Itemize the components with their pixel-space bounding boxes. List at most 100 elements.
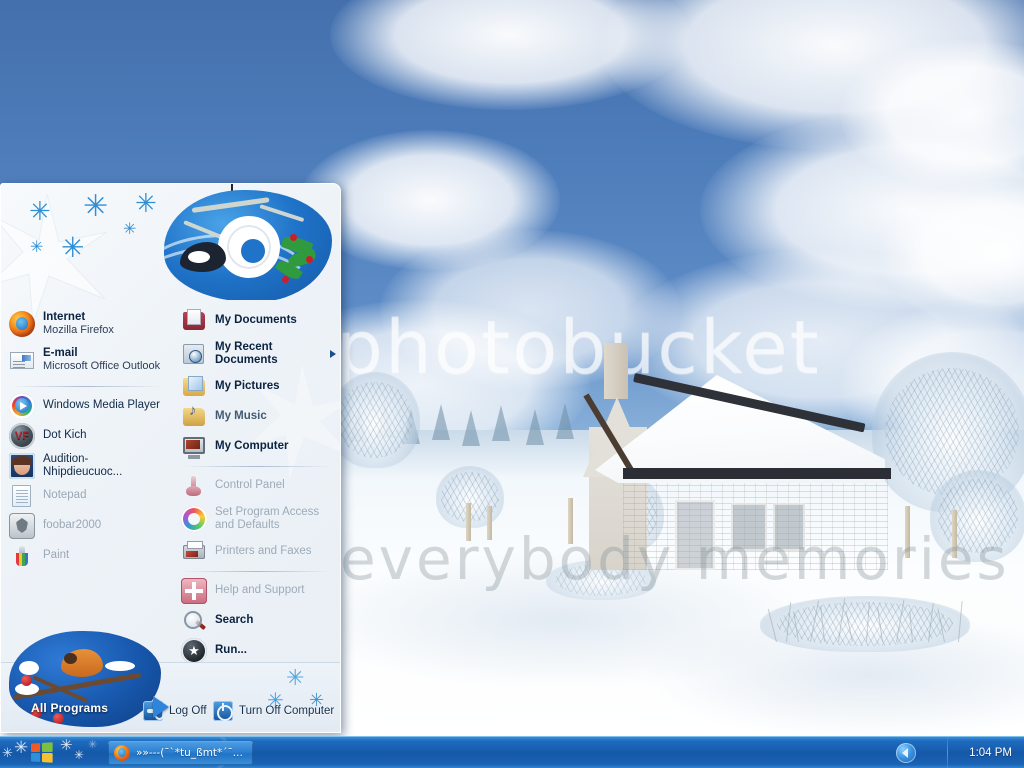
- house-illustration: [575, 343, 920, 570]
- start-menu-item-paint[interactable]: Paint: [1, 541, 173, 571]
- start-menu-item-my-documents[interactable]: My Documents: [173, 306, 340, 336]
- snowflake-icon: ✳: [61, 232, 85, 263]
- my-recent-docs-icon: [181, 341, 207, 367]
- start-menu-item-internet[interactable]: Internet Mozilla Firefox: [1, 306, 173, 342]
- item-title: Internet: [43, 311, 86, 324]
- start-menu-item-foobar2000[interactable]: foobar2000: [1, 511, 173, 541]
- log-off-label: Log Off: [169, 705, 207, 717]
- item-title: Dot Kich: [43, 429, 87, 442]
- start-menu-item-my-pictures[interactable]: My Pictures: [173, 372, 340, 402]
- taskbar-buttons: »»---(¯`*tu_ßmt*´¯...: [108, 741, 253, 765]
- start-menu-item-email[interactable]: E-mail Microsoft Office Outlook: [1, 342, 173, 378]
- submenu-arrow-icon: [330, 350, 336, 358]
- fence-post: [905, 506, 910, 558]
- printers-faxes-icon: [181, 539, 207, 565]
- item-label: Printers and Faxes: [215, 545, 312, 558]
- item-subtitle: Microsoft Office Outlook: [43, 360, 161, 373]
- item-title: foobar2000: [43, 519, 102, 532]
- snowflake-icon: ✳: [135, 188, 157, 218]
- start-menu-item-search[interactable]: Search: [173, 606, 340, 636]
- start-menu[interactable]: ✳ ✳ ✳ ✳ ✳ ✳ Internet Mozilla Firefox E-m…: [0, 183, 341, 733]
- snowflake-icon: ✳: [83, 190, 109, 223]
- item-subtitle: Mozilla Firefox: [43, 324, 114, 337]
- start-button[interactable]: [0, 737, 100, 768]
- holly-berry: [290, 234, 297, 241]
- house-doorway: [675, 500, 715, 570]
- separator: [11, 386, 163, 387]
- firefox-icon: [9, 311, 35, 337]
- firefox-icon: [114, 745, 130, 761]
- winter-bird-banner: [164, 190, 332, 300]
- item-title: Windows Media Player: [43, 399, 160, 412]
- separator: [183, 466, 332, 467]
- start-menu-bottom-bar: ✳ ✳ ✳ All Programs Log Off Turn Off Comp…: [1, 631, 340, 732]
- item-label: Search: [215, 614, 254, 627]
- start-menu-item-notepad[interactable]: Notepad: [1, 481, 173, 511]
- branch: [191, 197, 270, 213]
- snow-wreath: [218, 216, 280, 278]
- taskbar[interactable]: ✳ ✳ ✳ ✳ ✳ »»---(¯`*tu_ßmt*´¯... 1:04 PM: [0, 736, 1024, 768]
- house-window: [773, 503, 805, 551]
- snowflake-icon: ✳: [29, 196, 51, 226]
- my-pictures-icon: [181, 374, 207, 400]
- start-menu-item-set-program-access[interactable]: Set Program Access and Defaults: [173, 501, 340, 537]
- paint-icon: [9, 543, 35, 569]
- control-panel-icon: [181, 473, 207, 499]
- item-label: Control Panel: [215, 479, 285, 492]
- power-icon: [213, 701, 233, 721]
- all-programs-arrow-icon: [153, 696, 169, 718]
- all-programs-label: All Programs: [31, 701, 109, 715]
- help-support-icon: [181, 578, 207, 604]
- start-menu-item-my-computer[interactable]: My Computer: [173, 432, 340, 462]
- start-menu-item-windows-media-player[interactable]: Windows Media Player: [1, 391, 173, 421]
- my-music-icon: [181, 402, 207, 430]
- snowflake-icon: ✳: [286, 665, 305, 690]
- start-menu-item-control-panel[interactable]: Control Panel: [173, 471, 340, 501]
- cloud: [840, 40, 1024, 190]
- fence-post: [952, 510, 957, 558]
- taskbar-clock[interactable]: 1:04 PM: [969, 737, 1012, 768]
- frosted-tree: [930, 470, 1024, 562]
- audition-icon: [9, 453, 35, 479]
- item-title: Paint: [43, 549, 70, 562]
- my-documents-icon: [181, 308, 207, 334]
- turn-off-computer-button[interactable]: Turn Off Computer: [213, 701, 334, 721]
- fence-post: [568, 498, 573, 544]
- snow-clump: [105, 661, 135, 671]
- holly-berry: [306, 256, 313, 263]
- item-label: My Computer: [215, 440, 289, 453]
- start-menu-right-column: My Documents My Recent Documents My Pict…: [173, 300, 340, 664]
- frosted-tree: [330, 372, 420, 468]
- cloud: [880, 180, 1024, 330]
- item-label: Help and Support: [215, 584, 305, 597]
- notepad-icon: [9, 483, 35, 509]
- item-title: Notepad: [43, 489, 87, 502]
- system-tray[interactable]: 1:04 PM: [884, 737, 1024, 768]
- show-hidden-icons-button[interactable]: [896, 743, 916, 763]
- taskbar-button-firefox[interactable]: »»---(¯`*tu_ßmt*´¯...: [108, 741, 253, 765]
- snowflake-icon: ✳: [30, 239, 44, 256]
- roof-eave: [623, 468, 891, 479]
- dot-kich-icon: [9, 423, 35, 449]
- taskbar-button-label: »»---(¯`*tu_ßmt*´¯...: [136, 747, 243, 759]
- item-label: My Music: [215, 410, 267, 423]
- separator: [183, 571, 332, 572]
- start-menu-header: ✳ ✳ ✳ ✳ ✳ ✳: [1, 184, 340, 300]
- set-program-access-icon: [181, 506, 207, 532]
- cloud: [600, 0, 1024, 150]
- holly-berry: [282, 276, 289, 283]
- house-window: [731, 503, 767, 551]
- start-menu-item-my-recent-documents[interactable]: My Recent Documents: [173, 336, 340, 372]
- start-menu-item-dot-kich[interactable]: Dot Kich: [1, 421, 173, 451]
- start-menu-item-help-and-support[interactable]: Help and Support: [173, 576, 340, 606]
- branch: [259, 204, 305, 223]
- start-menu-item-printers-and-faxes[interactable]: Printers and Faxes: [173, 537, 340, 567]
- snow-clump: [19, 661, 39, 675]
- windows-media-player-icon: [9, 393, 35, 419]
- snowflake-icon: ✳: [123, 221, 137, 238]
- cloud: [330, 0, 690, 110]
- start-menu-item-my-music[interactable]: My Music: [173, 402, 340, 432]
- start-menu-item-audition[interactable]: Audition-Nhipdieucuoc...: [1, 451, 173, 481]
- outlook-icon: [9, 347, 35, 373]
- chimney: [604, 343, 628, 399]
